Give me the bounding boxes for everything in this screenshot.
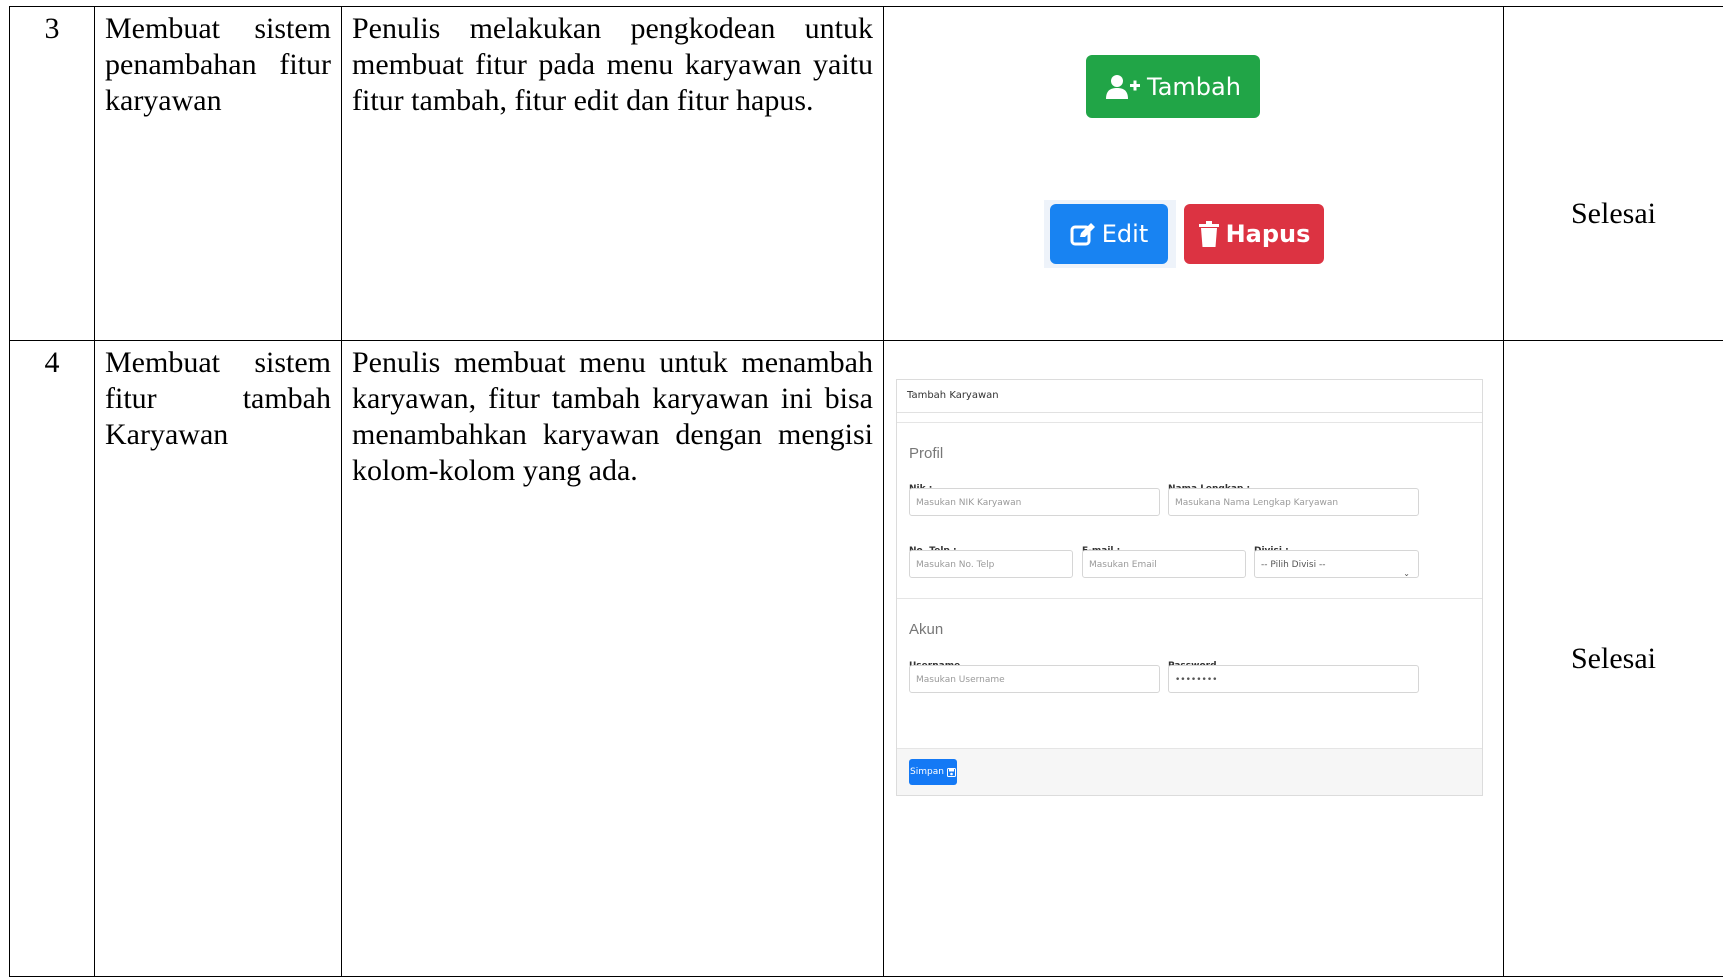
form-title: Tambah Karyawan <box>897 380 1482 413</box>
table-row: 4 Membuat sistem fitur tambah Karyawan P… <box>10 341 1723 977</box>
activity-cell: Membuat sistem fitur tambah Karyawan <box>95 341 342 977</box>
divider <box>897 422 1482 423</box>
save-icon <box>947 768 956 777</box>
description-cell: Penulis melakukan pengkodean untuk membu… <box>342 7 884 341</box>
table-row: 3 Membuat sistem penambahan fitur karyaw… <box>10 7 1723 341</box>
row-number: 3 <box>10 7 95 341</box>
form-footer: Simpan <box>897 748 1482 795</box>
email-input[interactable]: Masukan Email <box>1082 550 1246 578</box>
divider <box>897 598 1482 599</box>
tambah-karyawan-form: Tambah Karyawan Profil Nik : Masukan NIK… <box>896 379 1483 796</box>
password-input[interactable]: •••••••• <box>1168 665 1419 693</box>
save-label: Simpan <box>910 754 944 790</box>
activity-cell: Membuat sistem penambahan fitur karyawan <box>95 7 342 341</box>
hapus-button[interactable]: Hapus <box>1184 204 1324 264</box>
hapus-label: Hapus <box>1226 216 1311 252</box>
tambah-label: Tambah <box>1147 69 1241 105</box>
chevron-down-icon: ⌄ <box>1403 560 1410 578</box>
division-select[interactable]: -- Pilih Divisi -- ⌄ <box>1254 550 1419 578</box>
division-selected: -- Pilih Divisi -- <box>1261 560 1325 570</box>
trash-icon <box>1198 221 1220 247</box>
description-cell: Penulis membuat menu untuk menambah kary… <box>342 341 884 977</box>
name-input[interactable]: Masukana Nama Lengkap Karyawan <box>1168 488 1419 516</box>
edit-icon <box>1070 222 1096 246</box>
user-plus-icon <box>1105 74 1141 100</box>
username-input[interactable]: Masukan Username <box>909 665 1160 693</box>
profile-section-title: Profil <box>909 436 943 472</box>
row-number: 4 <box>10 341 95 977</box>
save-button[interactable]: Simpan <box>909 759 957 785</box>
edit-label: Edit <box>1102 216 1148 252</box>
screenshot-cell: Tambah Edit Hapus <box>884 7 1504 341</box>
tambah-button[interactable]: Tambah <box>1086 55 1260 118</box>
account-section-title: Akun <box>909 612 943 648</box>
progress-table: 3 Membuat sistem penambahan fitur karyaw… <box>9 6 1723 977</box>
status-cell: Selesai <box>1504 7 1723 341</box>
edit-button[interactable]: Edit <box>1050 204 1168 264</box>
nik-input[interactable]: Masukan NIK Karyawan <box>909 488 1160 516</box>
screenshot-cell: Tambah Karyawan Profil Nik : Masukan NIK… <box>884 341 1504 977</box>
phone-input[interactable]: Masukan No. Telp <box>909 550 1073 578</box>
status-cell: Selesai <box>1504 341 1723 977</box>
